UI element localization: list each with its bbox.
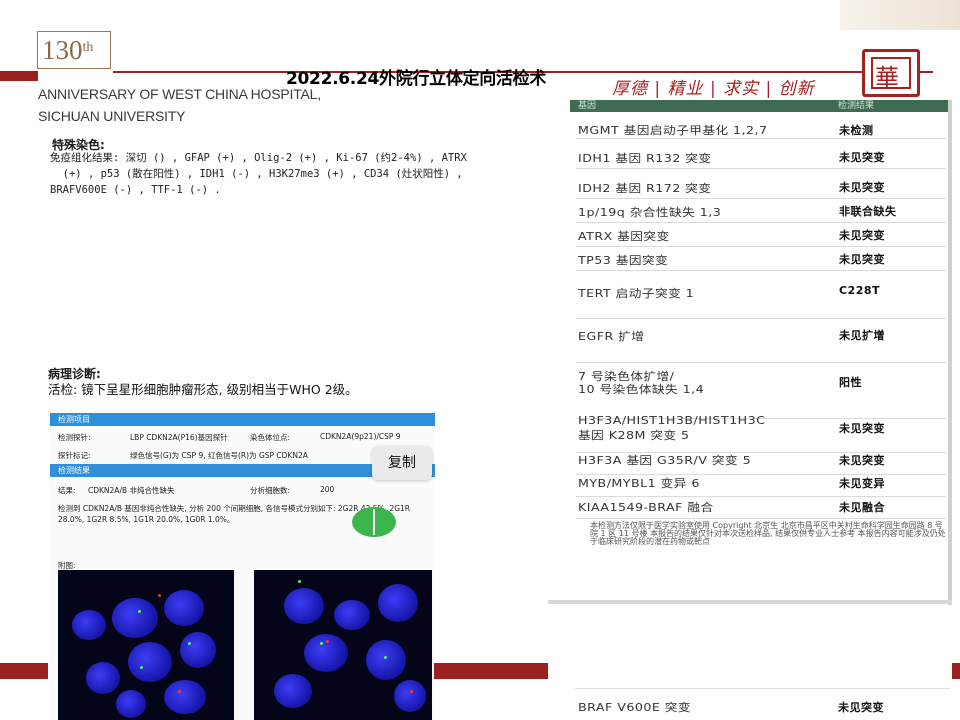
gene-result: 未见突变 [839, 253, 885, 266]
gene-name: MGMT 基因启动子甲基化 1,2,7 [578, 124, 768, 137]
section-bar-items: 检测项目 [50, 413, 435, 426]
anniversary-text: ANNIVERSARY OF WEST CHINA HOSPITAL, SICH… [38, 83, 321, 127]
anniversary-line-2: SICHUAN UNIVERSITY [38, 108, 186, 124]
fish-micrograph-1 [58, 570, 234, 720]
page-edge-shadow [948, 100, 952, 605]
table-row: IDH2 基因 R172 突变 未见突变 [576, 168, 946, 199]
table-row: IDH1 基因 R132 突变 未见突变 [576, 138, 946, 169]
gene-name: IDH2 基因 R172 突变 [578, 182, 712, 195]
gene-name: KIAA1549-BRAF 融合 [578, 501, 714, 514]
gene-result: 未见变异 [839, 477, 885, 490]
table-row: ATRX 基因突变 未见突变 [576, 222, 946, 247]
locus-value: CDKN2A(9p21)/CSP 9 [320, 432, 401, 441]
gene-result: 阳性 [839, 376, 862, 389]
hospital-motto: 厚德 | 精业 | 求实 | 创新 [612, 79, 815, 99]
gene-result: 未见扩增 [839, 329, 885, 342]
header-result: 检测结果 [838, 101, 875, 111]
slide-title: 2022.6.24外院行立体定向活检术 [286, 69, 547, 89]
table-row: MGMT 基因启动子甲基化 1,2,7 未检测 [576, 114, 946, 139]
hospital-seal-icon: 華 [862, 49, 920, 97]
header-gene: 基因 [578, 101, 597, 111]
logo-suffix: th [82, 40, 94, 55]
report-footnote: 本检测方法仅限于医学实验室使用 Copyright 北京生 北京市昌平区中关村生… [590, 521, 946, 546]
result-value: CDKN2A/B 非纯合性缺失 [88, 486, 175, 495]
table-header: 基因 检测结果 [570, 100, 950, 112]
cells-label: 分析细胞数: [250, 486, 291, 495]
result-description-2: 28.0%, 1G2R 8.5%, 1G1R 20.0%, 1G0R 1.0%。 [58, 515, 235, 524]
table-row: MYB/MYBL1 变异 6 未见变异 [576, 474, 946, 497]
gene-name: ATRX 基因突变 [578, 230, 670, 243]
fish-micrograph-2 [254, 570, 432, 720]
braf-row-rule [575, 688, 950, 689]
table-row: EGFR 扩增 未见扩增 [576, 318, 946, 363]
header-rule-left [0, 71, 38, 81]
footer-band-left [0, 663, 48, 679]
gene-name: MYB/MYBL1 变异 6 [578, 477, 700, 490]
braf-gene-result: 未见突变 [838, 701, 884, 714]
special-stain-results: 免疫组化结果: 深切 () , GFAP (+) , Olig-2 (+) , … [50, 152, 467, 196]
gene-name-line-2: 基因 K28M 突变 5 [578, 429, 690, 442]
gene-result: 未见突变 [839, 229, 885, 242]
gene-result: 非联合缺失 [839, 205, 897, 218]
table-row: TP53 基因突变 未见突变 [576, 246, 946, 271]
braf-gene-name: BRAF V600E 突变 [578, 701, 692, 714]
gene-name: EGFR 扩增 [578, 330, 645, 343]
gene-result: 未见突变 [839, 454, 885, 467]
fish-report: 检测项目 检测探针: LBP CDKN2A(P16)基因探针 染色体位点: CD… [50, 410, 435, 720]
gene-name: H3F3A 基因 G35R/V 突变 5 [578, 454, 752, 467]
table-row: 7 号染色体扩增/ 10 号染色体缺失 1,4 阳性 [576, 362, 946, 419]
footer-band-middle [434, 663, 548, 679]
marker-label: 探针标记: [58, 451, 91, 460]
table-row: 1p/19q 杂合性缺失 1,3 非联合缺失 [576, 198, 946, 223]
probe-label: 检测探针: [58, 433, 91, 442]
gene-test-table: 基因 检测结果 MGMT 基因启动子甲基化 1,2,7 未检测 IDH1 基因 … [570, 100, 950, 600]
gene-result: 未见突变 [839, 151, 885, 164]
braf-row: BRAF V600E 突变 未见突变 [578, 697, 948, 717]
gene-result: 未见突变 [839, 181, 885, 194]
marker-value: 绿色信号(G)为 CSP 9, 红色信号(R)为 GSP CDKN2A [130, 451, 308, 460]
anniversary-logo: 130th [37, 31, 111, 69]
anniversary-line-1: ANNIVERSARY OF WEST CHINA HOSPITAL, [38, 86, 321, 102]
locus-label: 染色体位点: [250, 433, 291, 442]
table-row: KIAA1549-BRAF 融合 未见融合 [576, 496, 946, 519]
gene-name: H3F3A/HIST1H3B/HIST1H3C [578, 414, 766, 427]
cells-value: 200 [320, 485, 335, 494]
pathology-diagnosis: 活检: 镜下呈星形细胞肿瘤形态, 级别相当于WHO 2级。 [48, 382, 358, 397]
header-decoration [840, 0, 960, 30]
gene-result: 未见突变 [839, 422, 885, 435]
gene-result: 未检测 [839, 124, 874, 137]
footer-band-right [952, 663, 960, 679]
gene-name: 1p/19q 杂合性缺失 1,3 [578, 206, 722, 219]
gene-name: IDH1 基因 R132 突变 [578, 152, 712, 165]
page-bottom-rule [548, 600, 952, 604]
gene-name: TERT 启动子突变 1 [578, 287, 695, 300]
gene-result: C228T [839, 284, 881, 297]
table-row: H3F3A 基因 G35R/V 突变 5 未见突变 [576, 452, 946, 475]
gene-name: TP53 基因突变 [578, 254, 669, 267]
table-row: H3F3A/HIST1H3B/HIST1H3C 基因 K28M 突变 5 未见突… [576, 414, 946, 453]
probe-value: LBP CDKN2A(P16)基因探针 [130, 433, 228, 442]
gene-result: 未见融合 [839, 501, 885, 514]
copy-button[interactable]: 复制 [372, 446, 432, 480]
gene-name-line-2: 10 号染色体缺失 1,4 [578, 383, 705, 396]
table-row: TERT 启动子突变 1 C228T [576, 270, 946, 319]
result-label: 结果: [58, 486, 76, 495]
logo-number: 130 [42, 35, 83, 65]
floating-action-icon[interactable] [352, 507, 396, 537]
